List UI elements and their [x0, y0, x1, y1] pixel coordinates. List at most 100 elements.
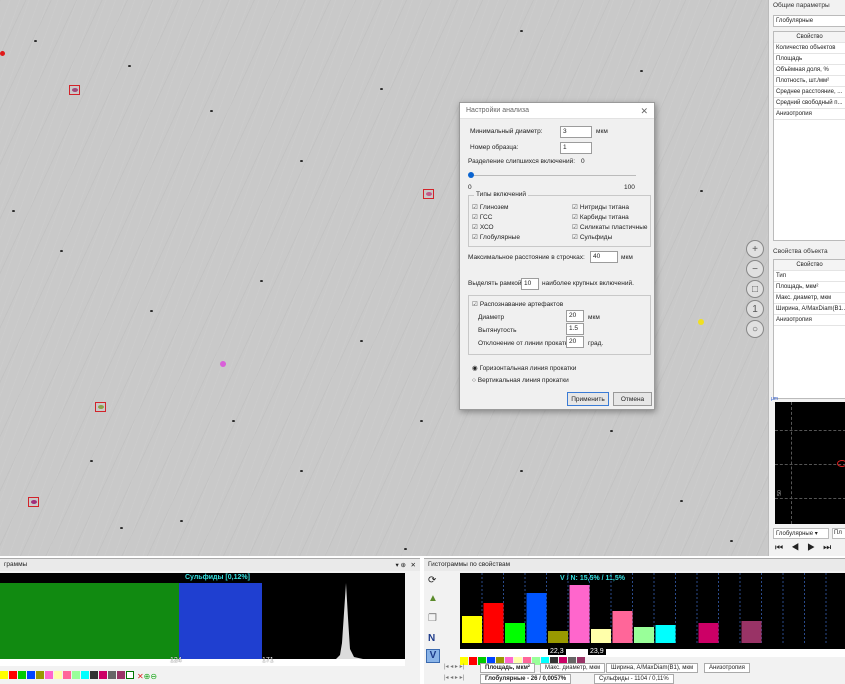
zoom-area-icon[interactable]: ○ — [746, 320, 764, 338]
inclusion-dot-red[interactable] — [0, 51, 5, 56]
sample-number-field[interactable]: 1 — [560, 142, 592, 154]
inclusion-dot-magenta[interactable] — [220, 361, 226, 367]
merge-slider-track[interactable] — [470, 175, 636, 176]
checkbox-alumina[interactable]: Глинозем — [472, 203, 509, 211]
sulfides-bar[interactable] — [179, 583, 262, 659]
tab-area[interactable]: Площадь, мкм² — [480, 663, 535, 673]
prop-row[interactable]: Анизотропия — [774, 109, 845, 120]
histogram-bar[interactable] — [655, 625, 676, 643]
inclusion-dot-yellow[interactable] — [698, 319, 704, 325]
radio-horizontal-label: Горизонтальная линия прокатки — [479, 365, 577, 372]
close-icon[interactable]: ✕ — [411, 561, 416, 569]
merge-value: 0 — [581, 158, 585, 165]
histogram-bar[interactable] — [741, 621, 762, 643]
frame-label-post: наиболее крупных включений. — [542, 280, 634, 287]
prop-row[interactable]: Плотность, шт./мм² — [774, 76, 845, 87]
navigation-controls[interactable]: ⏮◀▶⏭ — [775, 542, 839, 553]
dialog-title: Настройки анализа — [460, 103, 654, 119]
histogram-bar[interactable] — [698, 623, 719, 643]
deviation-label: Отклонение от линии прокатки — [478, 340, 572, 347]
n-toggle[interactable]: N — [428, 633, 435, 644]
checkbox-sulfides[interactable]: Сульфиды — [572, 233, 612, 241]
elongation-field[interactable]: 1.5 — [566, 323, 584, 335]
histogram-bar[interactable] — [634, 627, 654, 643]
globular-bar[interactable] — [0, 583, 179, 659]
checkbox-artifact[interactable]: Распознавание артефактов — [472, 300, 563, 308]
tab-max-diameter[interactable]: Макс. диаметр, мкм — [540, 663, 606, 673]
general-props-table: Свойство Количество объектов Площадь Объ… — [773, 31, 845, 241]
prop-row[interactable]: Площадь — [774, 54, 845, 65]
unit-label: мкм — [588, 314, 600, 321]
histogram-bar[interactable] — [526, 593, 547, 643]
add-icon[interactable]: ⊕⊖ — [144, 672, 157, 681]
inclusion-frame[interactable] — [95, 402, 106, 412]
property-tabs: |◂ ◂ ▸ ▸| Площадь, мкм² Макс. диаметр, м… — [444, 663, 845, 673]
status-tabs: |◂ ◂ ▸ ▸| Глобулярные - 26 / 0,0057% Сул… — [444, 674, 845, 684]
histogram-bar[interactable] — [548, 631, 568, 643]
checkbox-plastic-silicates[interactable]: Силикаты пластичные — [572, 223, 648, 231]
inclusion-frame[interactable] — [69, 85, 80, 95]
object-contour — [837, 460, 845, 467]
close-icon[interactable]: ✕ — [640, 106, 648, 117]
analysis-settings-dialog: Настройки анализа ✕ Минимальный диаметр:… — [459, 102, 655, 410]
radio-horizontal[interactable]: ◉ Горизонтальная линия прокатки — [472, 364, 576, 372]
histogram-bar[interactable] — [569, 585, 590, 643]
distribution-curve — [328, 583, 363, 659]
property-dropdown[interactable]: Пл — [832, 528, 845, 539]
pin-icon[interactable]: ▾ ⊕ — [395, 561, 406, 569]
refresh-icon[interactable]: ⟳ — [428, 575, 436, 586]
filter-icon[interactable]: ▲ — [428, 593, 438, 604]
color-palette[interactable]: ✕⊕⊖ — [0, 671, 157, 681]
zoom-fit-icon[interactable]: □ — [746, 280, 764, 298]
merge-slider-thumb[interactable] — [468, 172, 474, 178]
histogram-bar[interactable] — [591, 629, 611, 643]
max-distance-field[interactable]: 40 — [590, 251, 618, 263]
histogram-bar[interactable] — [462, 616, 482, 643]
obj-prop-header: Свойство — [774, 260, 845, 271]
tab-globular[interactable]: Глобулярные - 26 / 0,0057% — [480, 674, 572, 684]
radio-vertical[interactable]: ○ Вертикальная линия прокатки — [472, 377, 569, 384]
object-type-dropdown[interactable]: Глобулярные ▾ — [773, 528, 829, 539]
checkbox-titanium-carbides[interactable]: Карбиды титана — [572, 213, 629, 221]
prop-row[interactable]: Объёмная доля, % — [774, 65, 845, 76]
histogram-bar[interactable] — [612, 611, 633, 643]
tab-width[interactable]: Ширина, A/MaxDiam(B1), мкм — [606, 663, 699, 673]
status-nav-icon[interactable]: |◂ ◂ ▸ ▸| — [444, 674, 464, 681]
obj-prop-row[interactable]: Тип — [774, 271, 845, 282]
apply-button[interactable]: Применить — [567, 392, 609, 406]
obj-prop-row[interactable]: Ширина, A/MaxDiam(B1... — [774, 304, 845, 315]
obj-prop-row[interactable]: Анизотропия — [774, 315, 845, 326]
type-dropdown[interactable]: Глобулярные — [773, 15, 845, 27]
inclusion-frame[interactable] — [423, 189, 434, 199]
min-diameter-field[interactable]: 3 — [560, 126, 592, 138]
checkbox-gss[interactable]: ГСС — [472, 213, 493, 221]
zoom-out-icon[interactable]: − — [746, 260, 764, 278]
histogram-bar[interactable] — [483, 603, 504, 643]
tab-nav-icon[interactable]: |◂ ◂ ▸ ▸| — [444, 663, 464, 670]
histogram-bar[interactable] — [505, 623, 525, 643]
checkbox-titanium-nitrides[interactable]: Нитриды титана — [572, 203, 629, 211]
prop-row[interactable]: Количество объектов — [774, 43, 845, 54]
deg-unit-label: град. — [588, 340, 604, 347]
copy-icon[interactable]: ❐ — [428, 613, 437, 624]
zoom-actual-icon[interactable]: 1 — [746, 300, 764, 318]
v-toggle[interactable]: V — [426, 649, 440, 663]
tab-anisotropy[interactable]: Анизотропия — [704, 663, 750, 673]
checkbox-xso[interactable]: ХСО — [472, 223, 494, 231]
chart-unit: µm — [771, 396, 779, 402]
inclusion-frame[interactable] — [28, 497, 39, 507]
deviation-field[interactable]: 20 — [566, 336, 584, 348]
prop-row[interactable]: Среднее расстояние, ... — [774, 87, 845, 98]
remove-icon[interactable]: ✕ — [137, 672, 144, 681]
checkbox-globular[interactable]: Глобулярные — [472, 233, 520, 241]
obj-prop-row[interactable]: Макс. диаметр, мкм — [774, 293, 845, 304]
scale-label: 23,9 — [588, 648, 606, 655]
cancel-button[interactable]: Отмена — [613, 392, 652, 406]
zoom-in-icon[interactable]: + — [746, 240, 764, 258]
tab-sulfides[interactable]: Сульфиды - 1104 / 0,11% — [594, 674, 674, 684]
prop-row[interactable]: Средний свободный п... — [774, 98, 845, 109]
slider-max-label: 100 — [624, 184, 635, 191]
diameter-field[interactable]: 20 — [566, 310, 584, 322]
frame-count-field[interactable]: 10 — [521, 278, 539, 290]
obj-prop-row[interactable]: Площадь, мкм² — [774, 282, 845, 293]
